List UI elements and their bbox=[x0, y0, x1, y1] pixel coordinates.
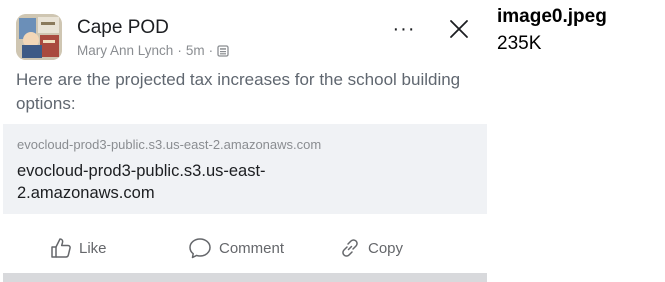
attachment-file-size: 235K bbox=[497, 33, 542, 54]
post-meta: Mary Ann Lynch · 5m · bbox=[77, 43, 229, 58]
close-button[interactable] bbox=[448, 18, 470, 40]
like-button[interactable]: Like bbox=[50, 230, 107, 266]
like-label: Like bbox=[79, 239, 107, 257]
link-title[interactable]: evocloud-prod3-public.s3.us-east-2.amazo… bbox=[17, 160, 317, 204]
facebook-post: Cape POD Mary Ann Lynch · 5m · ··· Here … bbox=[0, 0, 487, 282]
link-preview-card[interactable]: evocloud-prod3-public.s3.us-east-2.amazo… bbox=[3, 124, 487, 214]
post-time[interactable]: 5m bbox=[186, 43, 205, 58]
more-options-button[interactable]: ··· bbox=[388, 16, 420, 42]
close-icon bbox=[450, 20, 468, 38]
post-actions: Like Comment Copy bbox=[0, 230, 487, 266]
group-name[interactable]: Cape POD bbox=[77, 17, 169, 39]
comment-icon bbox=[189, 238, 211, 259]
author-name[interactable]: Mary Ann Lynch bbox=[77, 43, 173, 58]
meta-separator: · bbox=[177, 43, 182, 58]
attachment-file-name[interactable]: image0.jpeg bbox=[497, 6, 607, 28]
comment-button[interactable]: Comment bbox=[188, 230, 284, 266]
copy-label: Copy bbox=[368, 239, 404, 257]
copy-button[interactable]: Copy bbox=[339, 230, 403, 266]
meta-separator-2: · bbox=[208, 43, 214, 58]
group-icon bbox=[217, 44, 229, 57]
post-text: Here are the projected tax increases for… bbox=[16, 70, 461, 113]
link-domain: evocloud-prod3-public.s3.us-east-2.amazo… bbox=[17, 137, 322, 152]
comment-label: Comment bbox=[219, 239, 285, 257]
group-avatar[interactable] bbox=[16, 14, 62, 60]
post-divider bbox=[3, 273, 487, 282]
thumbs-up-icon bbox=[51, 238, 71, 258]
link-icon bbox=[342, 239, 358, 257]
